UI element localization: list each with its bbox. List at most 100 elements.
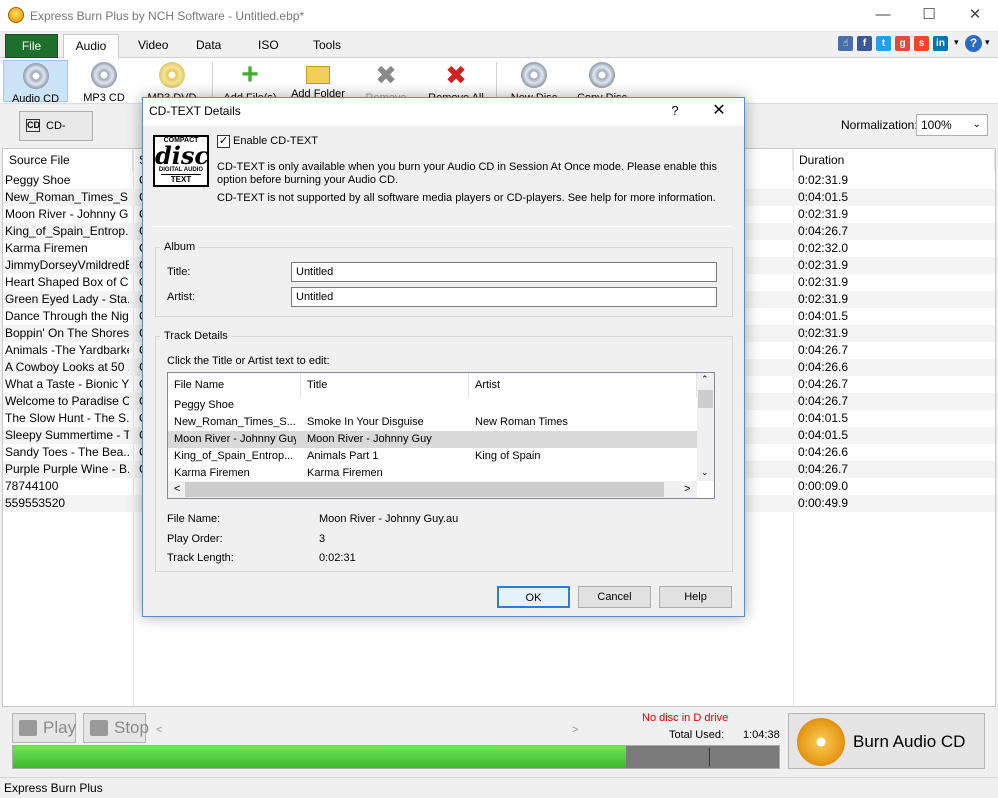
column-title[interactable]: Title: [301, 373, 469, 397]
ok-button[interactable]: OK: [497, 586, 570, 608]
stop-button[interactable]: Stop: [83, 713, 149, 743]
cd-text-button[interactable]: CD CD-TEXT: [19, 111, 93, 160]
minimize-icon[interactable]: —: [860, 0, 906, 30]
duration-cell: 0:04:26.7: [798, 224, 849, 238]
track-title-cell[interactable]: Smoke In Your Disguise: [307, 414, 467, 431]
scroll-left-icon[interactable]: <: [174, 483, 180, 495]
remove-all-button[interactable]: ✖ Remove All: [424, 60, 488, 104]
horizontal-scroll-thumb[interactable]: [185, 482, 664, 497]
column-duration[interactable]: Duration: [793, 149, 995, 171]
track-row[interactable]: Karma Firemen Karma Firemen: [168, 465, 697, 482]
source-file-cell: Boppin' On The Shoreside: [5, 326, 129, 340]
source-file-cell: Karma Firemen: [5, 241, 88, 255]
track-details-table[interactable]: File Name Title Artist Peggy Shoe New_Rom…: [167, 372, 715, 499]
scroll-down-icon[interactable]: ⌄: [701, 467, 709, 478]
source-file-cell: Sandy Toes - The Bea...: [5, 445, 129, 459]
vertical-scroll-thumb[interactable]: [698, 390, 713, 408]
like-icon[interactable]: ☝: [838, 36, 853, 51]
mp3-dvd-button[interactable]: MP3 DVD: [140, 60, 204, 104]
twitter-icon[interactable]: t: [876, 36, 891, 51]
track-file-cell: King_of_Spain_Entrop...: [174, 450, 294, 462]
column-file-name[interactable]: File Name: [168, 373, 301, 397]
vertical-scrollbar[interactable]: ⌃ ⌄: [697, 373, 714, 481]
burn-audio-cd-button[interactable]: Burn Audio CD: [788, 713, 985, 769]
column-artist[interactable]: Artist: [469, 373, 697, 397]
google-plus-icon[interactable]: g: [895, 36, 910, 51]
scroll-right-icon[interactable]: >: [572, 724, 578, 736]
tab-data[interactable]: Data: [182, 34, 235, 58]
duration-cell: 0:02:31.9: [798, 275, 849, 289]
disc-usage-fill: [13, 746, 626, 768]
tab-file[interactable]: File: [5, 34, 58, 58]
chevron-down-icon: ⌄: [972, 119, 981, 130]
track-title-cell[interactable]: Karma Firemen: [307, 465, 467, 482]
audio-cd-button[interactable]: Audio CD: [3, 60, 68, 105]
source-file-cell: JimmyDorseyVmildredB...: [5, 258, 129, 272]
track-artist-cell[interactable]: New Roman Times: [475, 414, 690, 431]
mp3-dvd-icon: [159, 62, 185, 88]
capacity-marker: [709, 748, 710, 766]
scroll-up-icon[interactable]: ⌃: [701, 374, 709, 385]
add-files-button[interactable]: + Add File(s): [218, 60, 282, 105]
source-file-cell: What a Taste - Bionic Y...: [5, 377, 129, 391]
horizontal-scrollbar[interactable]: < >: [168, 481, 697, 498]
facebook-icon[interactable]: f: [857, 36, 872, 51]
track-title-cell[interactable]: Animals Part 1: [307, 448, 467, 465]
normalization-select[interactable]: 100% ⌄: [916, 114, 988, 136]
drive-status: No disc in D drive: [642, 712, 729, 724]
track-row[interactable]: King_of_Spain_Entrop... Animals Part 1 Kin…: [168, 448, 697, 465]
maximize-icon[interactable]: ☐: [906, 0, 952, 30]
source-file-cell: A Cowboy Looks at 50 ...: [5, 360, 129, 374]
duration-cell: 0:04:26.7: [798, 343, 849, 357]
tab-audio[interactable]: Audio: [63, 34, 119, 59]
track-row[interactable]: New_Roman_Times_S... Smoke In Your Disgui…: [168, 414, 697, 431]
folder-icon: [306, 66, 330, 84]
dialog-help-icon[interactable]: ?: [655, 98, 695, 126]
track-file-cell: New_Roman_Times_S...: [174, 416, 296, 428]
source-file-cell: Sleepy Summertime - T...: [5, 428, 129, 442]
track-row[interactable]: Moon River - Johnny Guy Moon River - John…: [168, 431, 697, 448]
album-title-input[interactable]: Untitled: [291, 262, 717, 282]
add-folder-button[interactable]: Add Folder: [286, 60, 350, 102]
source-file-cell: Dance Through the Night: [5, 309, 129, 323]
cd-text-icon: CD: [26, 119, 40, 132]
info-text-2: CD-TEXT is not supported by all software…: [217, 192, 716, 204]
dropdown-icon[interactable]: ▾: [954, 37, 959, 48]
copy-disc-button[interactable]: Copy Disc: [570, 60, 634, 104]
source-file-cell: Green Eyed Lady - Sta...: [5, 292, 129, 306]
cancel-button[interactable]: Cancel: [578, 586, 651, 608]
help-button[interactable]: Help: [659, 586, 732, 608]
column-source-file[interactable]: Source File: [3, 149, 133, 171]
duration-cell: 0:04:01.5: [798, 190, 849, 204]
play-button[interactable]: Play: [12, 713, 76, 743]
duration-cell: 0:04:01.5: [798, 428, 849, 442]
copy-disc-icon: [589, 62, 615, 88]
dialog-close-icon[interactable]: ✕: [699, 98, 739, 126]
album-artist-input[interactable]: Untitled: [291, 287, 717, 307]
stumbleupon-icon[interactable]: s: [914, 36, 929, 51]
track-title-cell[interactable]: Moon River - Johnny Guy: [307, 431, 467, 448]
track-row[interactable]: Peggy Shoe: [168, 397, 697, 414]
mp3-cd-button[interactable]: MP3 CD: [72, 60, 136, 104]
total-used-value: 1:04:38: [743, 729, 780, 741]
track-length-value: 0:02:31: [319, 552, 356, 564]
track-artist-cell[interactable]: King of Spain: [475, 448, 690, 465]
enable-cd-text-checkbox[interactable]: ✓: [217, 135, 230, 148]
new-disc-button[interactable]: New Disc: [502, 60, 566, 104]
linkedin-icon[interactable]: in: [933, 36, 948, 51]
close-icon[interactable]: ✕: [952, 0, 998, 30]
source-file-cell: Heart Shaped Box of C...: [5, 275, 129, 289]
tab-video[interactable]: Video: [124, 34, 182, 58]
remove-button[interactable]: ✖ Remove: [354, 60, 418, 104]
tab-iso[interactable]: ISO: [244, 34, 293, 58]
duration-cell: 0:04:26.7: [798, 462, 849, 476]
scroll-right-icon[interactable]: >: [684, 483, 690, 495]
info-text-1: CD-TEXT is only available when you burn …: [217, 161, 717, 186]
tab-tools[interactable]: Tools: [299, 34, 355, 58]
source-file-cell: King_of_Spain_Entrop...: [5, 224, 129, 238]
help-dropdown-icon[interactable]: ▾: [985, 37, 990, 48]
scroll-left-icon[interactable]: <: [156, 724, 162, 736]
help-icon[interactable]: ?: [965, 35, 982, 52]
burn-disc-icon: [797, 718, 845, 766]
title-bar: Express Burn Plus by NCH Software - Unti…: [0, 0, 998, 32]
